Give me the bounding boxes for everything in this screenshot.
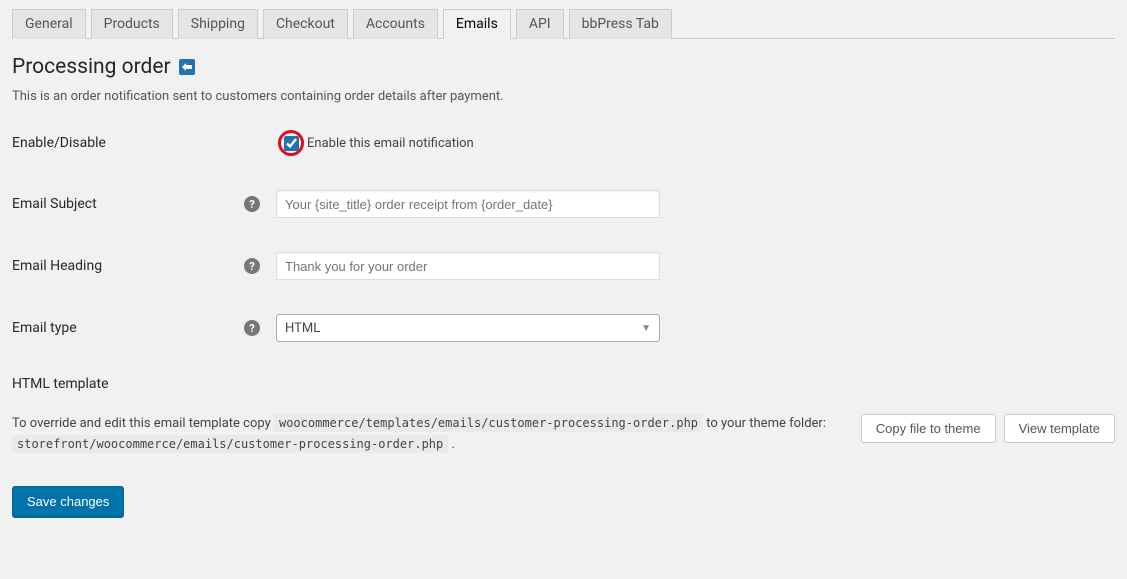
tab-checkout[interactable]: Checkout [263,9,348,39]
email-subject-label: Email Subject [12,196,244,212]
copy-file-button[interactable]: Copy file to theme [861,414,996,443]
enable-checkbox-label: Enable this email notification [307,136,474,151]
email-type-label: Email type [12,320,244,336]
tab-bbpress[interactable]: bbPress Tab [569,9,672,39]
email-heading-label: Email Heading [12,258,244,274]
help-icon[interactable]: ? [244,320,260,336]
email-type-value: HTML [285,321,320,336]
template-override-text: To override and edit this email template… [12,414,845,456]
back-link-icon[interactable] [179,59,195,75]
settings-tabs: General Products Shipping Checkout Accou… [12,0,1115,39]
save-changes-button[interactable]: Save changes [12,486,124,517]
help-icon[interactable]: ? [244,258,260,274]
chevron-down-icon: ▼ [641,323,651,334]
help-icon[interactable]: ? [244,196,260,212]
email-heading-input[interactable] [276,252,660,280]
email-type-select[interactable]: HTML ▼ [276,314,660,342]
page-title-text: Processing order [12,55,171,79]
view-template-button[interactable]: View template [1004,414,1115,443]
page-description: This is an order notification sent to cu… [12,89,1115,104]
tab-general[interactable]: General [12,9,86,39]
page-title: Processing order [12,55,1115,79]
template-dest-path: storefront/woocommerce/emails/customer-p… [12,435,448,453]
html-template-heading: HTML template [12,376,1115,392]
enable-checkbox[interactable] [284,136,299,151]
template-source-path: woocommerce/templates/emails/customer-pr… [274,414,703,432]
email-subject-input[interactable] [276,190,660,218]
tab-shipping[interactable]: Shipping [178,9,258,39]
enable-disable-label: Enable/Disable [12,135,244,151]
tab-accounts[interactable]: Accounts [353,9,438,39]
enable-checkbox-highlight [278,130,304,156]
tab-emails[interactable]: Emails [443,9,511,39]
settings-form: Enable/Disable Enable this email notific… [12,130,1115,342]
tab-products[interactable]: Products [91,9,173,39]
tab-api[interactable]: API [516,9,564,39]
